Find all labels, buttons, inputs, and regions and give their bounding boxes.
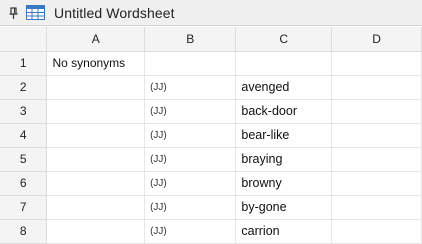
table-row: 2 (JJ) avenged [0, 75, 422, 100]
cell-c8[interactable]: carrion [235, 219, 333, 244]
cell-b4[interactable]: (JJ) [144, 123, 237, 148]
cell-c3[interactable]: back-door [235, 99, 333, 124]
cell-b1[interactable] [144, 51, 237, 76]
row-header[interactable]: 2 [0, 75, 48, 100]
row-header[interactable]: 3 [0, 99, 48, 124]
window-title: Untitled Wordsheet [54, 4, 175, 21]
cell-a5[interactable] [46, 147, 146, 172]
worksheet-grid: A B C D 1 No synonyms 2 (JJ) avenged 3 (… [0, 27, 422, 244]
cell-b6[interactable]: (JJ) [144, 171, 237, 196]
row-header[interactable]: 8 [0, 219, 48, 244]
table-row: 8 (JJ) carrion [0, 219, 422, 244]
cell-c7[interactable]: by-gone [235, 195, 333, 220]
cell-b3[interactable]: (JJ) [144, 99, 237, 124]
cell-c4[interactable]: bear-like [235, 123, 333, 148]
cell-c6[interactable]: browny [235, 171, 333, 196]
column-header-c[interactable]: C [235, 27, 333, 52]
row-header[interactable]: 7 [0, 195, 48, 220]
column-header-row: A B C D [0, 27, 422, 52]
cell-a2[interactable] [46, 75, 146, 100]
table-row: 4 (JJ) bear-like [0, 123, 422, 148]
cell-c1[interactable] [235, 51, 333, 76]
table-row: 1 No synonyms [0, 51, 422, 76]
cell-b5[interactable]: (JJ) [144, 147, 237, 172]
column-header-a[interactable]: A [46, 27, 146, 52]
row-header[interactable]: 5 [0, 147, 48, 172]
cell-d7[interactable] [331, 195, 422, 220]
cell-d3[interactable] [331, 99, 422, 124]
column-header-b[interactable]: B [144, 27, 237, 52]
row-header[interactable]: 4 [0, 123, 48, 148]
column-header-d[interactable]: D [331, 27, 422, 52]
cell-d1[interactable] [331, 51, 422, 76]
cell-c2[interactable]: avenged [235, 75, 333, 100]
table-row: 6 (JJ) browny [0, 171, 422, 196]
cell-b2[interactable]: (JJ) [144, 75, 237, 100]
cell-b7[interactable]: (JJ) [144, 195, 237, 220]
title-bar: Untitled Wordsheet [0, 0, 422, 26]
cell-a8[interactable] [46, 219, 146, 244]
spreadsheet-icon [26, 5, 45, 20]
cell-b8[interactable]: (JJ) [144, 219, 237, 244]
cell-a3[interactable] [46, 99, 146, 124]
row-header[interactable]: 1 [0, 51, 48, 76]
table-row: 5 (JJ) braying [0, 147, 422, 172]
table-row: 3 (JJ) back-door [0, 99, 422, 124]
cell-d4[interactable] [331, 123, 422, 148]
cell-d5[interactable] [331, 147, 422, 172]
cell-a6[interactable] [46, 171, 146, 196]
worksheet-table: A B C D 1 No synonyms 2 (JJ) avenged 3 (… [0, 27, 422, 244]
cell-d2[interactable] [331, 75, 422, 100]
cell-a4[interactable] [46, 123, 146, 148]
row-header[interactable]: 6 [0, 171, 48, 196]
cell-c5[interactable]: braying [235, 147, 333, 172]
cell-d8[interactable] [331, 219, 422, 244]
pin-icon[interactable] [7, 6, 21, 20]
select-all-corner[interactable] [0, 27, 48, 52]
table-row: 7 (JJ) by-gone [0, 195, 422, 220]
cell-a1[interactable]: No synonyms [46, 51, 146, 76]
cell-a7[interactable] [46, 195, 146, 220]
cell-d6[interactable] [331, 171, 422, 196]
